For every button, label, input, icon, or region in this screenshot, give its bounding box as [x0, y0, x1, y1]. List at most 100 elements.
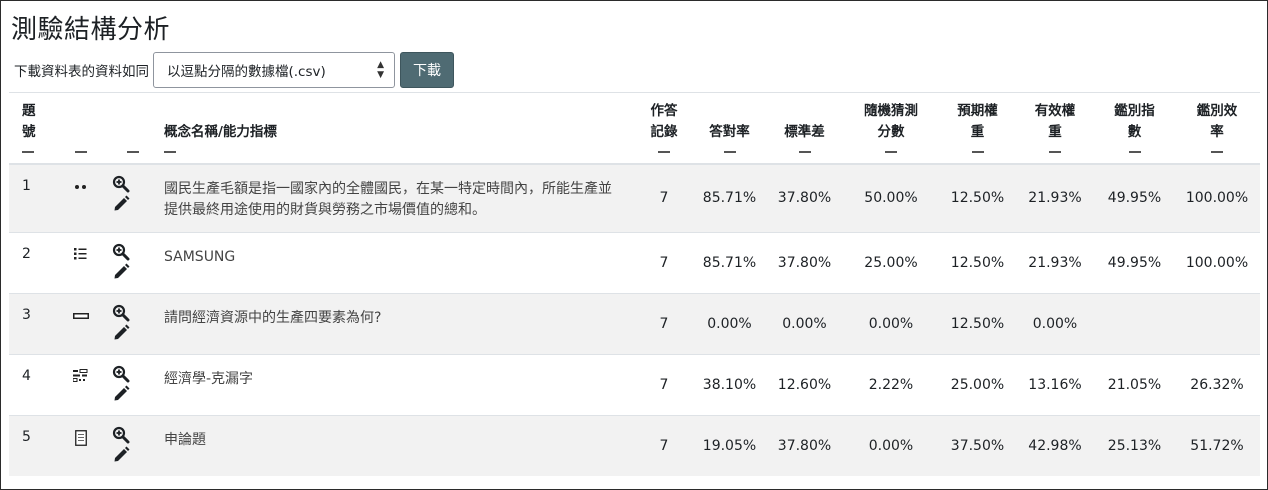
row-actions	[105, 163, 160, 232]
header-facility[interactable]: 答對率	[692, 92, 767, 165]
essay-icon	[75, 429, 87, 446]
row-index: 2	[9, 231, 57, 293]
row-effective-weight: 42.98%	[1015, 414, 1095, 476]
page-title: 測驗結構分析	[11, 15, 171, 45]
download-format-select[interactable]: 以逗點分隔的數據檔(.csv) ▲ ▼	[153, 52, 395, 88]
row-name[interactable]: SAMSUNG	[160, 231, 636, 293]
row-discrimination-index: 21.05%	[1095, 353, 1174, 415]
row-index: 5	[9, 414, 57, 476]
row-attempts: 7	[636, 414, 692, 476]
sort-dash-icon	[971, 151, 984, 153]
row-attempts: 7	[636, 163, 692, 232]
row-intended-weight: 12.50%	[940, 292, 1015, 354]
header-effective-weight[interactable]: 有效權重	[1015, 92, 1095, 165]
header-sd[interactable]: 標準差	[767, 92, 842, 165]
download-format-value: 以逗點分隔的數據檔(.csv)	[167, 64, 326, 80]
row-name[interactable]: 申論題	[160, 414, 636, 476]
sort-dash-icon	[22, 151, 34, 153]
row-random-guess: 0.00%	[842, 292, 940, 354]
row-facility: 19.05%	[692, 414, 767, 476]
row-discrimination-efficiency: 100.00%	[1174, 231, 1260, 293]
quiz-structure-table: 題號 概念名稱/能力指標 作答記錄 答對率 標準差 隨機猜測分數 預期權重 有效…	[9, 92, 1260, 476]
row-name[interactable]: 國民生產毛額是指一國家內的全體國民，在某一特定時間內，所能生產並提供最終用途使用…	[160, 163, 636, 232]
select-caret-icon: ▲ ▼	[377, 60, 384, 80]
header-index[interactable]: 題號	[9, 92, 57, 165]
header-random-guess-label: 隨機猜測分數	[864, 103, 918, 140]
sort-dash-icon	[75, 151, 87, 153]
row-index: 4	[9, 353, 57, 415]
download-form: 下載資料表的資料如同 以逗點分隔的數據檔(.csv) ▲ ▼ 下載	[14, 52, 454, 88]
table-row: 5 申論題 7 19.05% 37.80% 0.00% 37.50% 42.98…	[9, 414, 1260, 476]
edit-pencil-icon[interactable]	[113, 385, 130, 402]
sort-dash-icon	[1049, 151, 1061, 153]
row-sd: 37.80%	[767, 231, 842, 293]
row-sd: 37.80%	[767, 414, 842, 476]
sort-dash-icon	[885, 151, 897, 153]
edit-pencil-icon[interactable]	[113, 195, 130, 212]
row-actions	[105, 292, 160, 354]
table-row: 4 經濟學-克漏字 7 38.10% 12.60% 2.22% 25.00% 1…	[9, 353, 1260, 415]
header-type[interactable]	[57, 92, 105, 165]
zoom-in-icon[interactable]	[112, 304, 130, 322]
header-index-label: 題號	[22, 103, 36, 140]
row-type	[57, 353, 105, 415]
header-random-guess[interactable]: 隨機猜測分數	[842, 92, 940, 165]
sort-dash-icon	[723, 151, 736, 153]
header-intended-weight-label: 預期權重	[957, 103, 998, 140]
row-effective-weight: 21.93%	[1015, 163, 1095, 232]
row-facility: 38.10%	[692, 353, 767, 415]
row-discrimination-efficiency: 100.00%	[1174, 163, 1260, 232]
header-discrimination-efficiency[interactable]: 鑑別效率	[1174, 92, 1260, 165]
row-discrimination-index: 49.95%	[1095, 163, 1174, 232]
row-effective-weight: 21.93%	[1015, 231, 1095, 293]
header-actions[interactable]	[105, 92, 160, 165]
table-row: 1 國民生產毛額是指一國家內的全體國民，在某一特定時間內，所能生產並提供最終用途…	[9, 163, 1260, 232]
header-discrimination-efficiency-label: 鑑別效率	[1196, 103, 1238, 140]
multiple-choice-list-icon	[74, 247, 87, 259]
row-random-guess: 0.00%	[842, 414, 940, 476]
header-discrimination-index[interactable]: 鑑別指數	[1095, 92, 1174, 165]
header-attempts[interactable]: 作答記錄	[636, 92, 692, 165]
edit-pencil-icon[interactable]	[113, 446, 130, 463]
sort-dash-icon	[798, 151, 811, 153]
row-discrimination-index: 49.95%	[1095, 231, 1174, 293]
header-name[interactable]: 概念名稱/能力指標	[160, 92, 636, 165]
header-facility-label: 答對率	[709, 124, 750, 140]
row-index: 1	[9, 163, 57, 232]
short-answer-icon	[73, 312, 89, 319]
row-intended-weight: 12.50%	[940, 231, 1015, 293]
sort-dash-icon	[1128, 151, 1141, 153]
edit-pencil-icon[interactable]	[113, 324, 130, 341]
row-index: 3	[9, 292, 57, 354]
row-sd: 12.60%	[767, 353, 842, 415]
zoom-in-icon[interactable]	[112, 243, 130, 261]
zoom-in-icon[interactable]	[112, 365, 130, 383]
row-attempts: 7	[636, 231, 692, 293]
header-discrimination-index-label: 鑑別指數	[1114, 103, 1155, 140]
zoom-in-icon[interactable]	[112, 175, 130, 193]
edit-pencil-icon[interactable]	[113, 263, 130, 280]
sort-dash-icon	[126, 151, 139, 153]
zoom-in-icon[interactable]	[112, 426, 130, 444]
row-actions	[105, 231, 160, 293]
row-type	[57, 292, 105, 354]
cloze-icon	[73, 368, 88, 382]
row-discrimination-index: 25.13%	[1095, 414, 1174, 476]
download-label: 下載資料表的資料如同	[14, 64, 149, 80]
header-intended-weight[interactable]: 預期權重	[940, 92, 1015, 165]
row-type	[57, 231, 105, 293]
header-attempts-label: 作答記錄	[650, 103, 678, 140]
row-intended-weight: 12.50%	[940, 163, 1015, 232]
row-random-guess: 25.00%	[842, 231, 940, 293]
row-discrimination-index	[1095, 292, 1174, 354]
download-button[interactable]: 下載	[400, 52, 454, 88]
row-actions	[105, 353, 160, 415]
row-attempts: 7	[636, 292, 692, 354]
row-facility: 85.71%	[692, 163, 767, 232]
row-random-guess: 2.22%	[842, 353, 940, 415]
row-name[interactable]: 經濟學-克漏字	[160, 353, 636, 415]
row-actions	[105, 414, 160, 476]
row-random-guess: 50.00%	[842, 163, 940, 232]
header-sd-label: 標準差	[784, 124, 825, 140]
row-name[interactable]: 請問經濟資源中的生產四要素為何?	[160, 292, 636, 354]
